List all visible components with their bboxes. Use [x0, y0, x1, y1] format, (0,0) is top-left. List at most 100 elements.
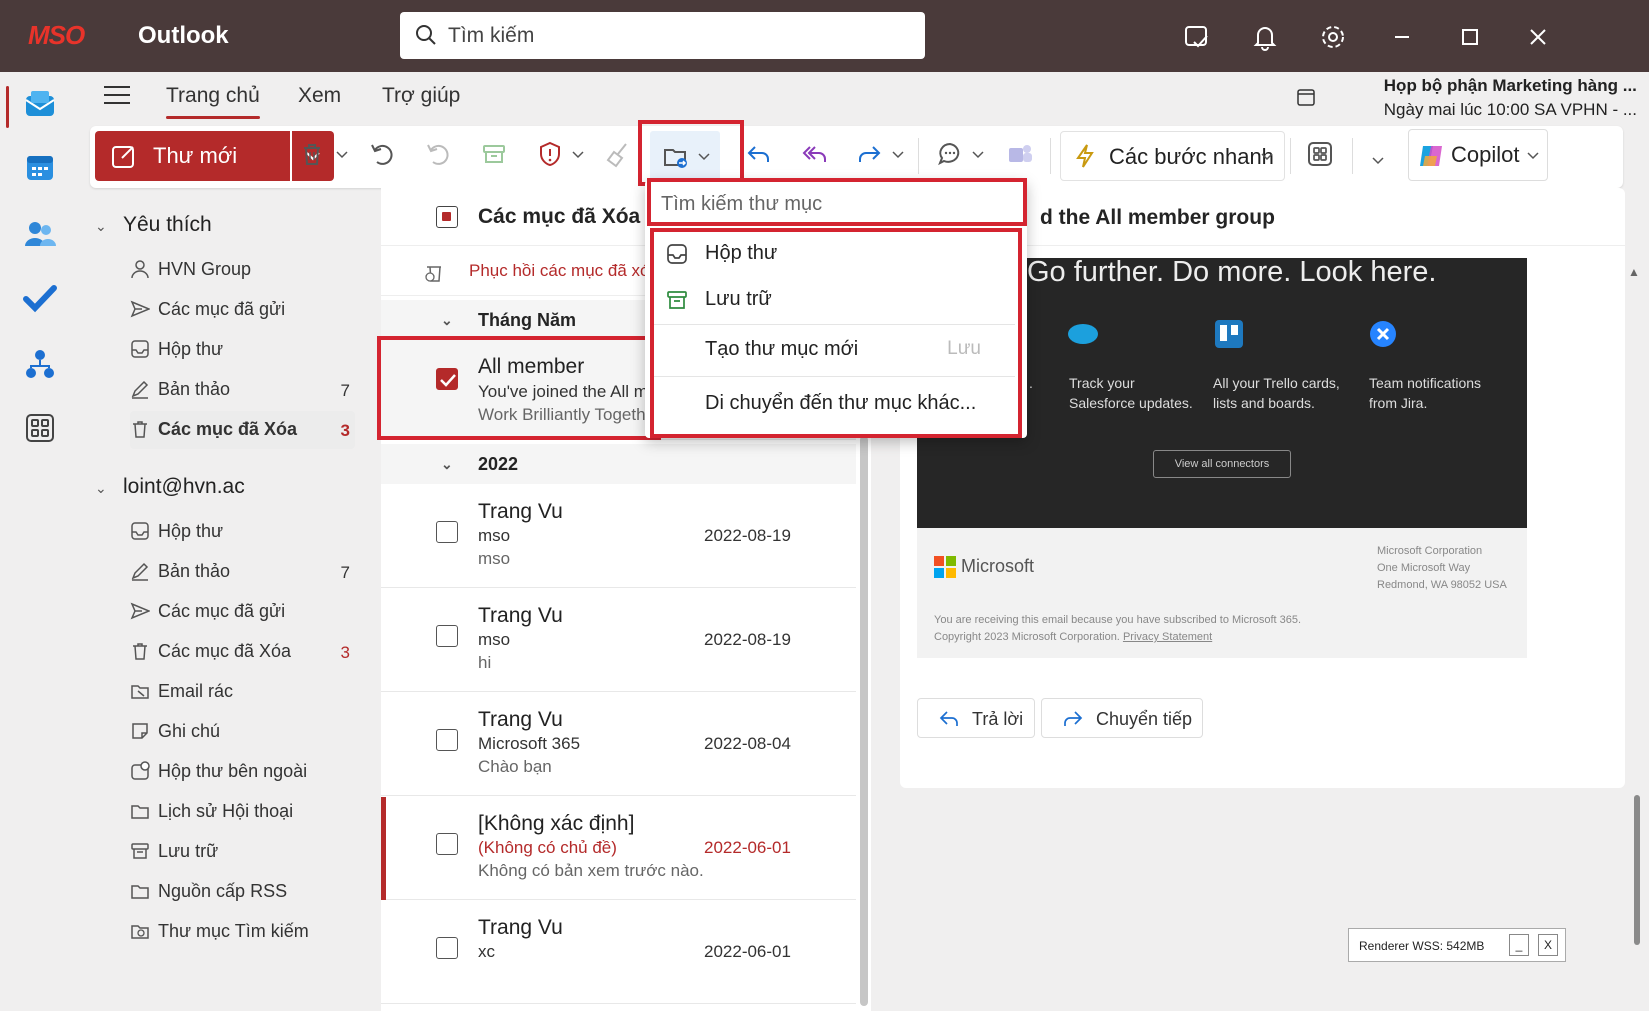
folder-item[interactable]: HVN Group — [130, 251, 355, 289]
unread-count: 7 — [340, 563, 350, 582]
hamburger-menu-icon[interactable] — [104, 84, 130, 106]
teams-icon[interactable] — [1006, 140, 1034, 168]
address-line3: Redmond, WA 98052 USA — [1377, 579, 1507, 591]
org-icon[interactable] — [22, 346, 58, 382]
dropdown-item-new-folder[interactable]: Tạo thư mục mới Lưu — [653, 328, 1015, 372]
ribbon-expand-chevron-icon[interactable] — [1372, 156, 1384, 166]
tab-help[interactable]: Trợ giúp — [382, 84, 460, 108]
delete-icon[interactable] — [298, 140, 326, 168]
ribbon-separator — [1352, 138, 1353, 174]
apps-icon[interactable] — [22, 410, 58, 446]
privacy-link[interactable]: Privacy Statement — [1123, 631, 1212, 643]
message-row[interactable]: Trang Vu xc 2022-06-01 — [381, 901, 856, 1004]
chat-chevron-icon[interactable] — [972, 150, 984, 160]
folder-item[interactable]: Các mục đã gửi — [130, 593, 355, 631]
upcoming-reminder[interactable]: Họp bộ phận Marketing hàng ... Ngày mai … — [1384, 74, 1637, 122]
tab-view[interactable]: Xem — [298, 84, 341, 108]
close-icon[interactable] — [1523, 22, 1553, 52]
folder-item[interactable]: Hộp thư — [130, 513, 355, 551]
view-all-connectors-button[interactable]: View all connectors — [1153, 450, 1291, 478]
message-checkbox-checked[interactable] — [436, 368, 458, 390]
forward-button[interactable]: Chuyển tiếp — [1041, 698, 1203, 738]
folder-item[interactable]: Hộp thư bên ngoài — [130, 753, 355, 791]
dropdown-item-label: Di chuyển đến thư mục khác... — [705, 392, 977, 414]
favorites-group[interactable]: ⌄ Yêu thích — [95, 213, 212, 237]
gear-icon[interactable] — [1318, 22, 1348, 52]
message-from: Trang Vu — [478, 708, 563, 731]
notes-check-icon[interactable] — [1182, 22, 1212, 52]
todo-icon[interactable] — [22, 280, 58, 316]
folder-item[interactable]: Các mục đã gửi — [130, 291, 355, 329]
folder-title: Các mục đã Xóa — [478, 205, 641, 228]
folder-item[interactable]: Nguồn cấp RSS — [130, 873, 355, 911]
folder-item[interactable]: Lịch sử Hội thoại — [130, 793, 355, 831]
legal-line1: You are receiving this email because you… — [934, 614, 1302, 626]
forward-chevron-icon[interactable] — [892, 150, 904, 160]
dropdown-separator — [653, 376, 1015, 377]
message-checkbox[interactable] — [436, 729, 458, 751]
copilot-button[interactable]: Copilot — [1408, 129, 1548, 181]
tab-home[interactable]: Trang chủ — [166, 84, 260, 108]
message-row[interactable]: Trang Vu Microsoft 365 Chào bạn 2022-08-04 — [381, 693, 856, 796]
folder-item[interactable]: Bản thảo 7 — [130, 371, 355, 409]
mail-icon[interactable] — [22, 86, 58, 122]
message-checkbox[interactable] — [436, 625, 458, 647]
restore-trash-icon — [425, 266, 441, 282]
forward-icon — [1064, 711, 1083, 726]
move-to-button[interactable] — [650, 131, 720, 183]
folder-item[interactable]: Các mục đã Xóa 3 — [130, 411, 355, 449]
chat-icon[interactable] — [936, 140, 964, 168]
minimize-icon[interactable] — [1387, 22, 1417, 52]
app-rail — [0, 72, 80, 1011]
folder-search-input[interactable]: Tìm kiếm thư mục — [653, 186, 1015, 222]
search-box[interactable]: Tìm kiếm — [400, 12, 925, 59]
folder-item[interactable]: Hộp thư — [130, 331, 355, 369]
delete-chevron-icon[interactable] — [336, 150, 348, 160]
report-shield-icon[interactable] — [536, 140, 564, 168]
maximize-icon[interactable] — [1455, 22, 1485, 52]
reply-icon[interactable] — [744, 140, 772, 168]
renderer-minimize-button[interactable]: _ — [1509, 934, 1529, 956]
new-mail-button[interactable]: Thư mới — [95, 131, 290, 181]
quick-steps-button[interactable]: Các bước nhanh — [1060, 131, 1285, 181]
reply-button[interactable]: Trả lời — [917, 698, 1035, 738]
folder-item[interactable]: Lưu trữ — [130, 833, 355, 871]
forward-icon[interactable] — [856, 140, 884, 168]
dropdown-item-move-other[interactable]: Di chuyển đến thư mục khác... — [653, 382, 1015, 426]
message-preview: hi — [478, 653, 492, 672]
renderer-label: Renderer WSS: 542MB — [1359, 939, 1485, 953]
dropdown-item-inbox[interactable]: Hộp thư — [653, 232, 1015, 276]
calendar-icon[interactable] — [22, 150, 58, 186]
reading-scroll-up-icon[interactable]: ▲ — [1628, 265, 1640, 279]
message-row[interactable]: [Không xác định] (Không có chủ đề) Không c… — [381, 797, 856, 900]
account-group[interactable]: ⌄ loint@hvn.ac — [95, 475, 245, 499]
message-checkbox[interactable] — [436, 833, 458, 855]
message-checkbox[interactable] — [436, 521, 458, 543]
renderer-close-button[interactable]: X — [1538, 934, 1558, 956]
folder-item[interactable]: Email rác — [130, 673, 355, 711]
reading-scrollbar-thumb[interactable] — [1634, 795, 1640, 945]
folder-item[interactable]: Bản thảo 7 — [130, 553, 355, 591]
move-chevron-icon — [698, 153, 710, 161]
message-row[interactable]: Trang Vu mso mso 2022-08-19 — [381, 485, 856, 588]
bell-icon[interactable] — [1250, 22, 1280, 52]
message-list-scrollbar[interactable] — [860, 436, 868, 1006]
addins-icon[interactable] — [1306, 140, 1334, 168]
move-folder-icon — [664, 149, 687, 168]
reply-all-icon[interactable] — [800, 140, 828, 168]
section-header-year[interactable]: ⌄ 2022 — [381, 444, 856, 484]
message-subject: Microsoft 365 — [478, 734, 581, 753]
message-date: 2022-08-19 — [704, 630, 791, 649]
undo-icon[interactable] — [368, 140, 396, 168]
message-row[interactable]: Trang Vu mso hi 2022-08-19 — [381, 589, 856, 692]
dropdown-item-archive[interactable]: Lưu trữ — [653, 278, 1015, 322]
report-chevron-icon[interactable] — [572, 150, 584, 160]
message-checkbox[interactable] — [436, 937, 458, 959]
select-all-checkbox[interactable] — [436, 206, 458, 228]
folder-item[interactable]: Thư mục Tìm kiếm — [130, 913, 355, 951]
folder-item[interactable]: Ghi chú — [130, 713, 355, 751]
folder-item[interactable]: Các mục đã Xóa 3 — [130, 633, 355, 671]
people-icon[interactable] — [22, 216, 58, 252]
draft-icon — [131, 380, 149, 399]
folder-label: Các mục đã gửi — [158, 299, 286, 319]
